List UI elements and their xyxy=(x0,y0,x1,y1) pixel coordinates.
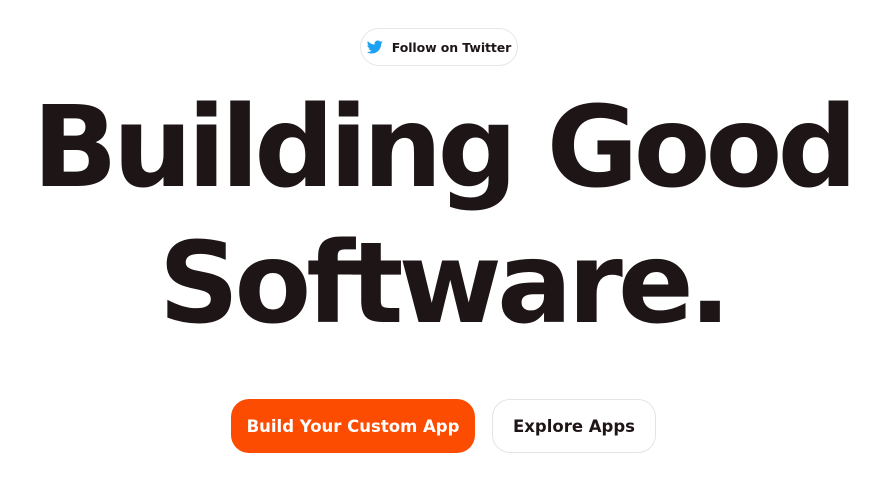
hero-headline: Building Good Software. xyxy=(0,80,885,352)
follow-on-twitter-button[interactable]: Follow on Twitter xyxy=(360,28,518,66)
cta-button-row: Build Your Custom App Explore Apps xyxy=(0,399,885,453)
follow-on-twitter-label: Follow on Twitter xyxy=(391,39,512,55)
explore-apps-button[interactable]: Explore Apps xyxy=(492,399,656,453)
hero-headline-line-2: Software. xyxy=(158,219,732,349)
hero-headline-line-1: Building Good xyxy=(32,83,857,213)
build-custom-app-button[interactable]: Build Your Custom App xyxy=(231,399,475,453)
twitter-bird-icon xyxy=(366,39,383,55)
